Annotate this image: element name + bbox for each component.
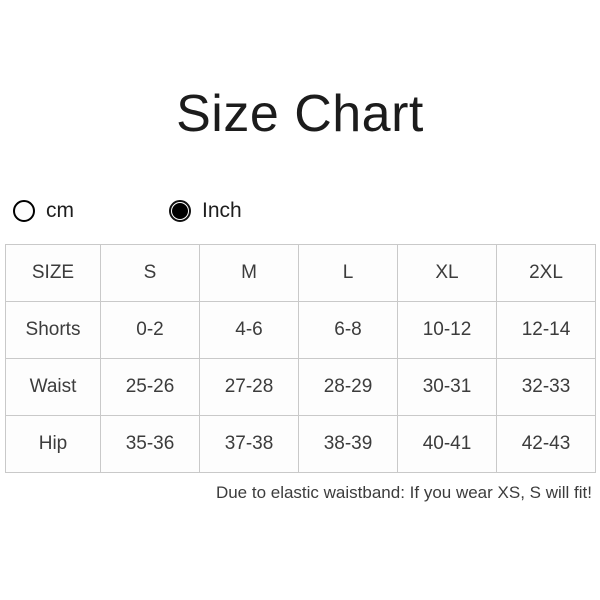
cell-waist-m: 27-28: [200, 359, 299, 416]
unit-option-cm-label: cm: [46, 200, 74, 222]
cell-hip-m: 37-38: [200, 416, 299, 473]
unit-toggle-group: cm Inch: [13, 197, 242, 225]
row-label-shorts: Shorts: [6, 302, 101, 359]
column-header-2xl: 2XL: [497, 245, 596, 302]
cell-hip-2xl: 42-43: [497, 416, 596, 473]
radio-cm-icon[interactable]: [13, 200, 35, 222]
size-chart-page: Size Chart cm Inch SIZE S M L XL 2XL Sho…: [0, 0, 600, 600]
size-chart-table: SIZE S M L XL 2XL Shorts 0-2 4-6 6-8 10-…: [5, 244, 596, 473]
column-header-xl: XL: [398, 245, 497, 302]
row-label-hip: Hip: [6, 416, 101, 473]
column-header-size: SIZE: [6, 245, 101, 302]
cell-shorts-xl: 10-12: [398, 302, 497, 359]
footnote-text: Due to elastic waistband: If you wear XS…: [0, 481, 592, 505]
cell-hip-l: 38-39: [299, 416, 398, 473]
column-header-m: M: [200, 245, 299, 302]
unit-option-inch[interactable]: Inch: [169, 197, 242, 225]
cell-waist-2xl: 32-33: [497, 359, 596, 416]
cell-shorts-s: 0-2: [101, 302, 200, 359]
column-header-l: L: [299, 245, 398, 302]
page-title: Size Chart: [0, 84, 600, 144]
cell-waist-s: 25-26: [101, 359, 200, 416]
table-row: Shorts 0-2 4-6 6-8 10-12 12-14: [6, 302, 596, 359]
cell-hip-s: 35-36: [101, 416, 200, 473]
cell-hip-xl: 40-41: [398, 416, 497, 473]
column-header-s: S: [101, 245, 200, 302]
table-row: Hip 35-36 37-38 38-39 40-41 42-43: [6, 416, 596, 473]
cell-shorts-m: 4-6: [200, 302, 299, 359]
cell-shorts-2xl: 12-14: [497, 302, 596, 359]
cell-waist-xl: 30-31: [398, 359, 497, 416]
unit-option-inch-label: Inch: [202, 200, 242, 222]
cell-shorts-l: 6-8: [299, 302, 398, 359]
cell-waist-l: 28-29: [299, 359, 398, 416]
unit-option-cm[interactable]: cm: [13, 197, 74, 225]
table-header-row: SIZE S M L XL 2XL: [6, 245, 596, 302]
table-row: Waist 25-26 27-28 28-29 30-31 32-33: [6, 359, 596, 416]
row-label-waist: Waist: [6, 359, 101, 416]
radio-inch-icon[interactable]: [169, 200, 191, 222]
